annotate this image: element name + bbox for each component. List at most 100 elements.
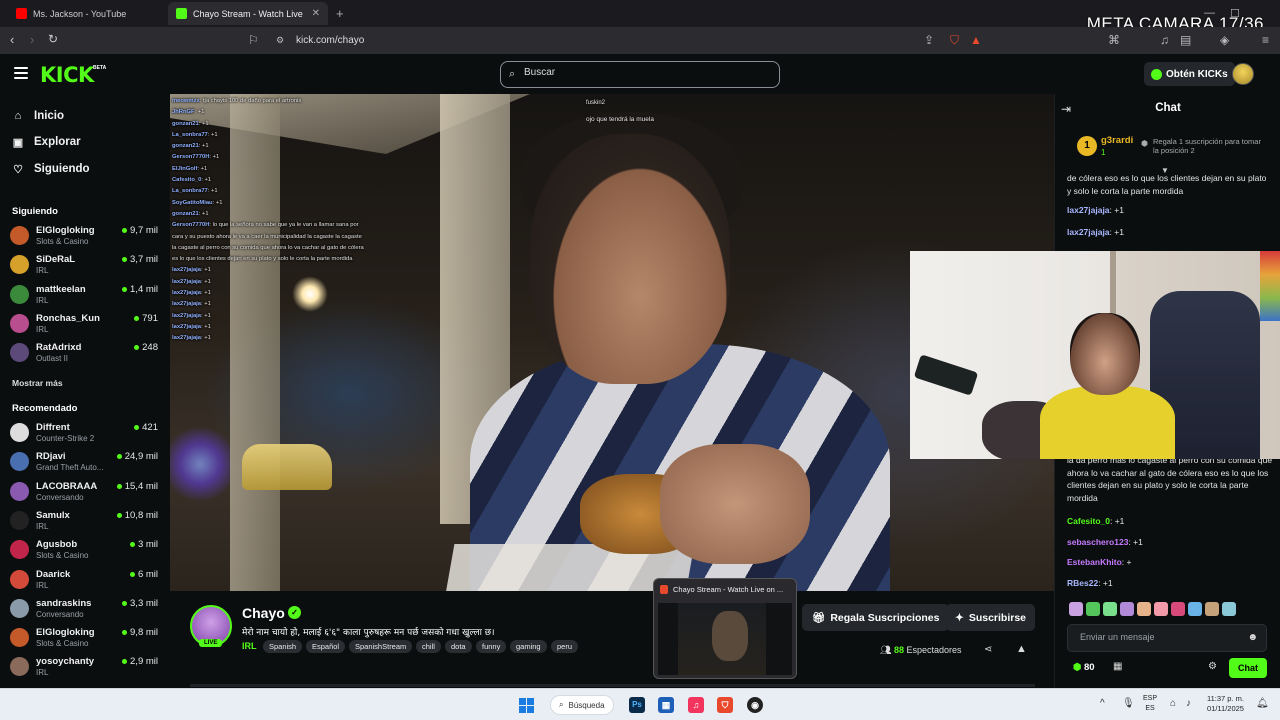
sidebar-channel[interactable]: ElGlogloking Slots & Casino 9,8 mil (10, 626, 160, 652)
share-icon[interactable]: ⋖ (984, 644, 992, 655)
url-field[interactable]: kick.com/chayo (296, 35, 364, 46)
emote-icon[interactable] (1103, 602, 1117, 616)
emote-icon[interactable] (1188, 602, 1202, 616)
search-bar[interactable]: ⌕ (500, 61, 780, 88)
chat-message[interactable]: de cólera eso es lo que los clientes dej… (1067, 172, 1273, 197)
vpn-icon[interactable]: ◈ (1220, 33, 1229, 47)
chat-message[interactable]: la da perro más lo cagaste al perro con … (1067, 454, 1273, 504)
clock[interactable]: 11:37 p. m. 01/11/2025 (1207, 694, 1244, 714)
chevron-up-icon[interactable]: ^ (1100, 698, 1105, 709)
collapse-chat-icon[interactable]: ⇥ (1061, 102, 1071, 116)
photoshop-icon[interactable]: Ps (629, 697, 645, 713)
tag-chip[interactable]: peru (551, 640, 579, 653)
nav-inicio[interactable]: ⌂ Inicio (12, 107, 64, 125)
kick-logo[interactable]: KICK (40, 63, 94, 87)
sidebar-channel[interactable]: Diffrent Counter-Strike 2 421 (10, 421, 160, 447)
extensions-icon[interactable]: ⌘ (1108, 33, 1120, 47)
chat-username[interactable]: RBes22 (1067, 578, 1098, 588)
chat-message[interactable]: lax27jajaja: +1 (1067, 204, 1273, 217)
emote-icon[interactable] (1154, 602, 1168, 616)
network-icon[interactable]: ⌂ (1170, 698, 1176, 709)
volume-icon[interactable]: ♪ (1186, 698, 1191, 709)
settings-icon[interactable]: ⚙ (1208, 661, 1217, 672)
emote-bar[interactable] (1069, 602, 1269, 618)
sidebar-channel[interactable]: sandraskins Conversando 3,3 mil (10, 597, 160, 623)
tab-youtube[interactable]: Ms. Jackson - YouTube (8, 2, 168, 25)
sidebar-channel[interactable]: RDjavi Grand Theft Auto... 24,9 mil (10, 450, 160, 476)
language-indicator[interactable]: ESP ES (1143, 694, 1157, 714)
chat-message[interactable]: Cafesito_0: +1 (1067, 515, 1273, 528)
sidebar-icon[interactable]: ▤ (1180, 33, 1191, 47)
brave-browser-icon[interactable]: ⛉ (717, 697, 733, 713)
chat-send-button[interactable]: Chat (1229, 658, 1267, 678)
search-input[interactable] (524, 67, 764, 78)
emote-icon[interactable] (1137, 602, 1151, 616)
nav-siguiendo[interactable]: ♡ Siguiendo (12, 160, 90, 178)
channel-name[interactable]: Chayo (242, 605, 285, 621)
emote-icon[interactable] (1069, 602, 1083, 616)
menu-icon[interactable]: ≡ (1262, 33, 1269, 47)
kicks-balance[interactable]: ⬢ 80 (1073, 662, 1095, 673)
obs-icon[interactable]: ◉ (747, 697, 763, 713)
chat-input[interactable] (1080, 632, 1240, 642)
hamburger-menu-icon[interactable] (14, 67, 28, 79)
reload-icon[interactable]: ↻ (48, 32, 58, 46)
chat-message[interactable]: RBes22: +1 (1067, 577, 1273, 590)
sidebar-channel[interactable]: ElGlogloking Slots & Casino 9,7 mil (10, 224, 160, 250)
emote-icon[interactable] (1222, 602, 1236, 616)
emote-icon[interactable] (1205, 602, 1219, 616)
sidebar-channel[interactable]: RatAdrixd Outlast II 248 (10, 341, 160, 367)
leaderboard-user[interactable]: g3rardi (1101, 135, 1133, 146)
chat-message[interactable]: lax27jajaja: +1 (1067, 226, 1273, 239)
tag-chip[interactable]: Spanish (263, 640, 303, 653)
windows-start-icon[interactable] (519, 698, 534, 713)
chat-username[interactable]: sebaschero123 (1067, 537, 1128, 547)
tag-chip[interactable]: Español (306, 640, 346, 653)
chat-message[interactable]: sebaschero123: +1 (1067, 536, 1273, 549)
sidebar-channel[interactable]: mattkeelan IRL 1,4 mil (10, 283, 160, 309)
taskbar-search[interactable]: ⌕ Búsqueda (550, 695, 614, 715)
new-tab-button[interactable]: + (336, 6, 344, 21)
emote-icon[interactable] (1120, 602, 1134, 616)
sidebar-channel[interactable]: LACOBRAAA Conversando 15,4 mil (10, 480, 160, 506)
nav-explorar[interactable]: ▣ Explorar (12, 133, 81, 151)
microphone-icon[interactable]: 🎙︎ (1122, 698, 1135, 709)
chat-username[interactable]: lax27jajaja (1067, 205, 1110, 215)
get-kicks-button[interactable]: Obtén KICKs (1144, 62, 1235, 86)
sidebar-channel[interactable]: Agusbob Slots & Casino 3 mil (10, 538, 160, 564)
chat-username[interactable]: EstebanKhito (1067, 557, 1122, 567)
subscribe-button[interactable]: ✦ Suscribirse (946, 604, 1036, 631)
sidebar-channel[interactable]: Samulx IRL 10,8 mil (10, 509, 160, 535)
sidebar-channel[interactable]: SiDeRaL IRL 3,7 mil (10, 253, 160, 279)
taskbar-preview-popup[interactable]: Chayo Stream - Watch Live on ... (653, 578, 797, 679)
store-icon[interactable]: ▦ (1113, 661, 1122, 672)
tab-kick[interactable]: Chayo Stream - Watch Live on K ✕ (168, 2, 328, 25)
notifications-icon[interactable]: 🔔︎ (1256, 698, 1269, 709)
close-tab-icon[interactable]: ✕ (312, 8, 320, 19)
tag-chip[interactable]: dota (445, 640, 472, 653)
share-page-icon[interactable]: ⇪ (924, 33, 934, 47)
sidebar-channel[interactable]: Daarick IRL 6 mil (10, 568, 160, 594)
forward-icon[interactable]: › (30, 32, 34, 47)
preview-thumbnail[interactable] (658, 603, 792, 675)
tag-chip[interactable]: funny (476, 640, 507, 653)
emote-icon[interactable] (1086, 602, 1100, 616)
music-icon[interactable]: ♫ (1160, 33, 1169, 47)
chat-username[interactable]: Cafesito_0 (1067, 516, 1110, 526)
music-app-icon[interactable]: ♫ (688, 697, 704, 713)
sidebar-channel[interactable]: Ronchas_Kun IRL 791 (10, 312, 160, 338)
chat-username[interactable]: lax27jajaja (1067, 227, 1110, 237)
brave-rewards-icon[interactable]: ▲ (970, 33, 982, 47)
tag-chip[interactable]: gaming (510, 640, 547, 653)
site-info-icon[interactable]: ⚙ (276, 35, 284, 46)
stream-category[interactable]: IRL (242, 641, 257, 651)
report-icon[interactable]: ▲ (1016, 643, 1027, 655)
tag-chip[interactable]: chill (416, 640, 441, 653)
brave-shield-icon[interactable]: ⛉ (950, 33, 959, 48)
emote-icon[interactable] (1171, 602, 1185, 616)
chat-message[interactable]: EstebanKhito: + (1067, 556, 1273, 569)
sidebar-channel[interactable]: yosoychanty IRL 2,9 mil (10, 655, 160, 681)
store-app-icon[interactable]: ▦ (658, 697, 674, 713)
show-more-link[interactable]: Mostrar más (12, 378, 63, 388)
back-icon[interactable]: ‹ (10, 32, 14, 47)
